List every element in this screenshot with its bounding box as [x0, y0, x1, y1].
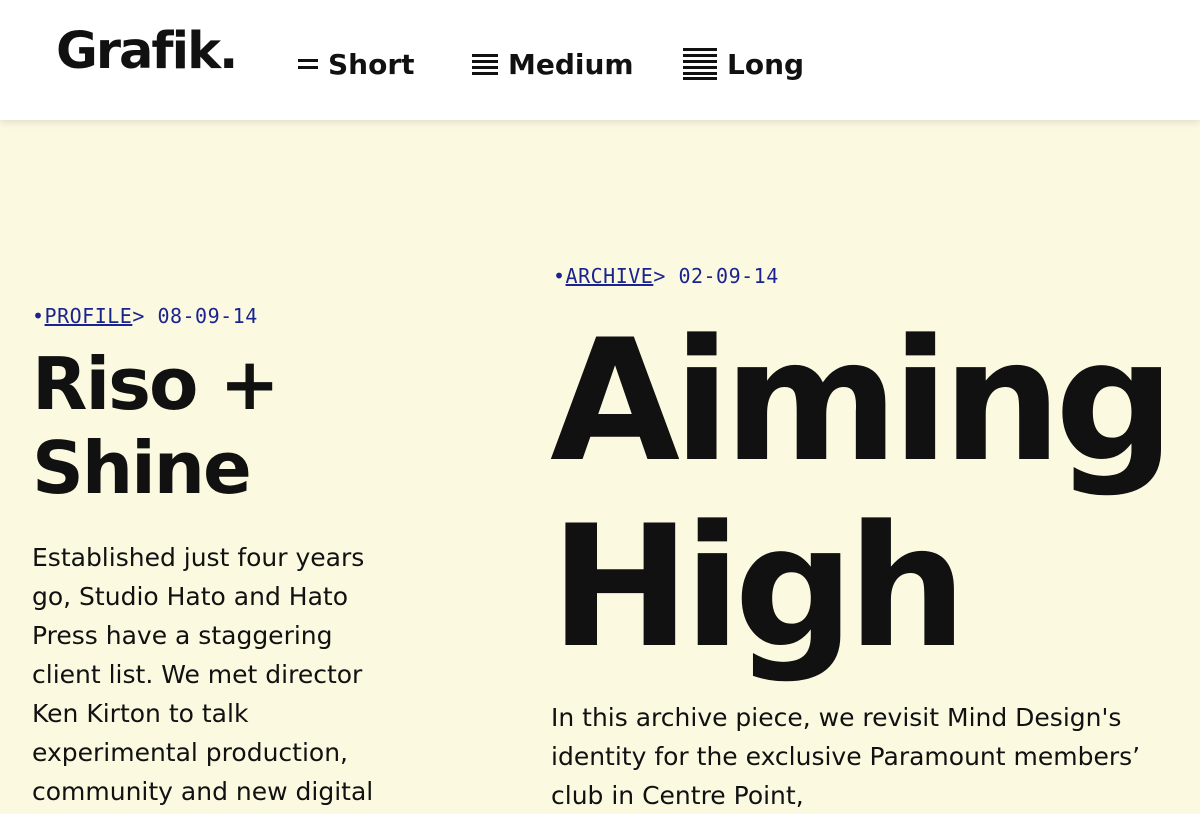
nav-short[interactable]: Short [298, 46, 415, 82]
nav-medium-label: Medium [508, 47, 634, 81]
article-grid: •PROFILE> 08-09-14 Riso + Shine Establis… [0, 120, 1200, 814]
nav-long[interactable]: Long [683, 46, 804, 82]
site-header: Grafik. Short Medium Long [0, 0, 1200, 120]
article-title[interactable]: Aiming High [550, 308, 1190, 680]
bullet: • [32, 304, 45, 328]
article-excerpt: In this archive piece, we revisit Mind D… [551, 703, 1141, 810]
nav-short-label: Short [328, 47, 415, 81]
article-date: 02-09-14 [678, 264, 779, 288]
article-meta: •PROFILE> 08-09-14 [32, 304, 258, 328]
article-title[interactable]: Riso + Shine [32, 342, 452, 510]
article-excerpt: Established just four years go, Studio H… [32, 543, 374, 806]
nav-medium[interactable]: Medium [472, 46, 634, 82]
article-date: 08-09-14 [157, 304, 258, 328]
two-lines-icon [298, 57, 318, 71]
six-lines-icon [683, 48, 717, 80]
site-logo[interactable]: Grafik. [56, 26, 238, 77]
category-link-profile[interactable]: PROFILE [45, 304, 133, 328]
nav-long-label: Long [727, 47, 805, 81]
category-link-archive[interactable]: ARCHIVE [566, 264, 654, 288]
bullet: • [553, 264, 566, 288]
meta-arrow: > [132, 304, 145, 328]
article-meta: •ARCHIVE> 02-09-14 [553, 264, 779, 288]
four-lines-icon [472, 53, 498, 75]
meta-arrow: > [653, 264, 666, 288]
